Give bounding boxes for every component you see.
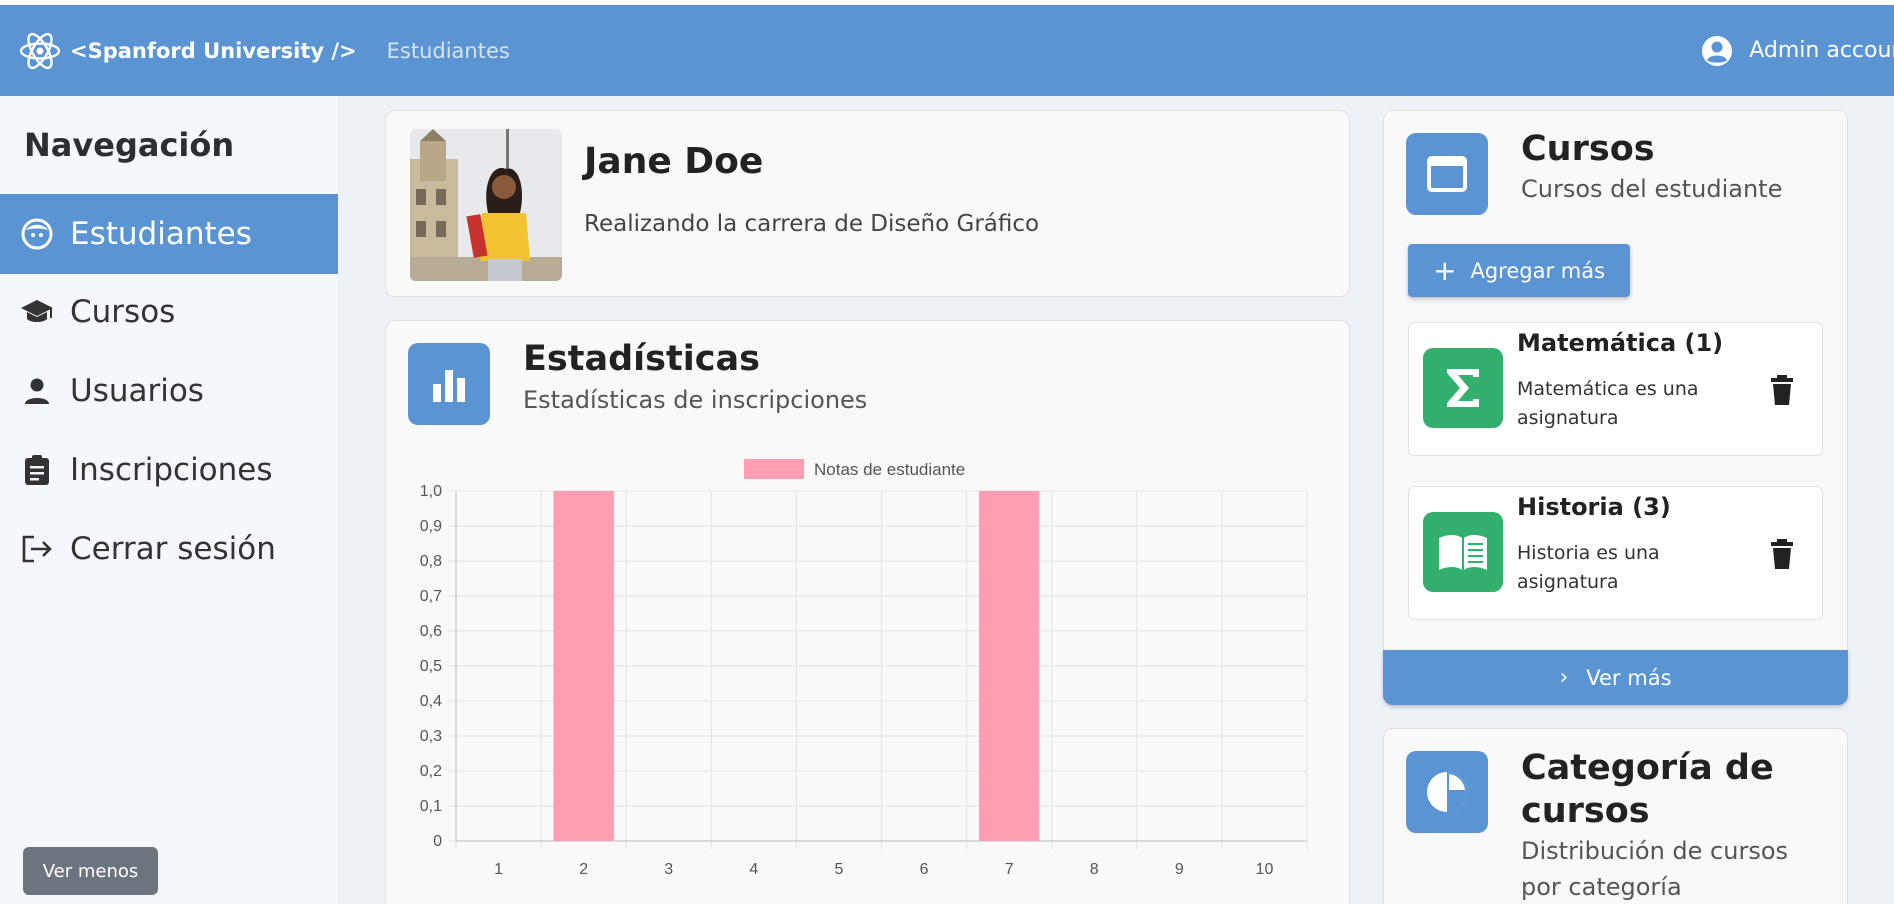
x-tick-label: 1 (494, 861, 503, 878)
x-tick-label: 8 (1090, 861, 1099, 878)
sidebar-item-label: Estudiantes (70, 216, 252, 252)
y-tick-label: 0 (433, 833, 442, 850)
course-description: Historia es una asignatura (1517, 542, 1660, 593)
clipboard-icon (20, 453, 54, 487)
sidebar-item-label: Usuarios (70, 373, 204, 409)
statistics-title: Estadísticas (523, 339, 760, 379)
brand-link[interactable]: <Spanford University /> (18, 29, 357, 73)
legend-label: Notas de estudiante (814, 460, 965, 479)
y-tick-label: 0,5 (420, 658, 442, 675)
bar (553, 491, 614, 841)
student-name: Jane Doe (584, 141, 764, 182)
top-navbar: <Spanford University /> Estudiantes Admi… (0, 5, 1894, 96)
course-description: Matemática es una asignatura (1517, 378, 1699, 429)
book-icon (1423, 512, 1503, 592)
breadcrumb[interactable]: Estudiantes (387, 39, 510, 63)
statistics-subtitle: Estadísticas de inscripciones (523, 386, 868, 414)
atom-logo-icon (19, 32, 61, 69)
plus-icon: + (1432, 254, 1457, 287)
sidebar-item-cursos[interactable]: Cursos (0, 272, 338, 352)
sidebar-title: Navegación (24, 126, 235, 164)
account-circle-icon (1702, 35, 1733, 66)
graduation-cap-icon (20, 295, 54, 329)
y-tick-label: 0,6 (420, 623, 442, 640)
y-tick-label: 0,1 (420, 798, 442, 815)
logout-icon (20, 532, 54, 566)
categories-subtitle: Distribución de cursos por categoría (1521, 837, 1789, 901)
courses-subtitle: Cursos del estudiante (1521, 175, 1783, 203)
add-course-button[interactable]: + Agregar más (1408, 244, 1630, 297)
x-tick-label: 10 (1256, 861, 1274, 878)
course-item[interactable]: Matemática (1) Matemática es una asignat… (1408, 322, 1823, 456)
course-categories-card: Categoría de cursos Distribución de curs… (1383, 728, 1848, 904)
sidebar: Navegación Estudiantes Cursos Usuarios I… (0, 96, 338, 904)
y-tick-label: 0,7 (420, 588, 442, 605)
person-icon (20, 374, 54, 408)
student-photo (410, 129, 562, 281)
sidebar-item-estudiantes[interactable]: Estudiantes (0, 194, 338, 274)
pie-chart-icon (1406, 751, 1488, 833)
sidebar-item-label: Cerrar sesión (70, 531, 276, 567)
sidebar-item-label: Cursos (70, 294, 176, 330)
sidebar-item-label: Inscripciones (70, 452, 273, 488)
see-more-button[interactable]: › Ver más (1383, 650, 1848, 705)
grades-bar-chart: 0 0,1 0,2 0,3 0,4 0,5 0,6 0,7 0,8 0,9 1,0 1 2 3 4 5 6 7 8 9… (420, 459, 1308, 878)
sigma-icon (1423, 348, 1503, 428)
sidebar-item-cerrar-sesion[interactable]: Cerrar sesión (0, 509, 338, 589)
statistics-card: Estadísticas Estadísticas de inscripcion… (385, 320, 1350, 904)
courses-title: Cursos (1521, 129, 1655, 169)
bar-chart-icon (408, 343, 490, 425)
y-tick-label: 0,4 (420, 693, 442, 710)
face-icon (20, 217, 54, 251)
sidebar-item-usuarios[interactable]: Usuarios (0, 351, 338, 431)
x-tick-label: 2 (579, 861, 588, 878)
course-item[interactable]: Historia (3) Historia es una asignatura (1408, 486, 1823, 620)
window-icon (1406, 133, 1488, 215)
categories-title: Categoría de cursos (1521, 748, 1774, 831)
trash-icon[interactable] (1770, 539, 1794, 569)
see-more-label: Ver más (1586, 665, 1672, 690)
collapse-menu-button[interactable]: Ver menos (23, 847, 158, 895)
y-tick-label: 1,0 (420, 483, 442, 500)
brand-name: <Spanford University /> (70, 38, 357, 63)
y-tick-label: 0,9 (420, 518, 442, 535)
x-tick-label: 9 (1175, 861, 1184, 878)
course-title: Historia (3) (1517, 493, 1671, 521)
courses-card: Cursos Cursos del estudiante + Agregar m… (1383, 110, 1848, 705)
y-tick-label: 0,2 (420, 763, 442, 780)
account-label: Admin account (1749, 38, 1894, 63)
student-profile-card: Jane Doe Realizando la carrera de Diseño… (385, 110, 1350, 297)
student-description: Realizando la carrera de Diseño Gráfico (584, 211, 1040, 237)
x-tick-label: 4 (749, 861, 758, 878)
x-tick-label: 5 (834, 861, 843, 878)
y-tick-label: 0,8 (420, 553, 442, 570)
bar (978, 491, 1040, 841)
sidebar-item-inscripciones[interactable]: Inscripciones (0, 430, 338, 510)
add-course-label: Agregar más (1470, 258, 1606, 283)
x-tick-label: 7 (1005, 861, 1014, 878)
course-title: Matemática (1) (1517, 329, 1724, 357)
account-menu[interactable]: Admin account (1701, 5, 1894, 96)
y-tick-label: 0,3 (420, 728, 442, 745)
chevron-right-icon: › (1559, 665, 1569, 690)
legend-swatch (744, 459, 804, 479)
x-tick-label: 6 (920, 861, 929, 878)
trash-icon[interactable] (1770, 375, 1794, 405)
x-tick-label: 3 (664, 861, 673, 878)
